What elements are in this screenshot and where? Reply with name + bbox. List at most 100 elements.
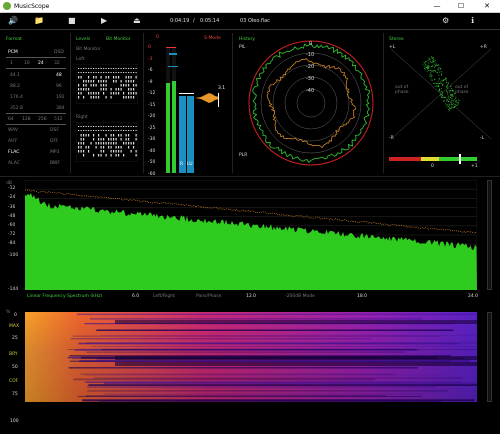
bit-cell	[78, 146, 80, 149]
bit-cell	[95, 142, 97, 145]
spectrogram-band	[82, 399, 475, 402]
bit-cell	[110, 68, 112, 69]
bit-cell	[128, 84, 130, 87]
maximize-button[interactable]: ☐	[452, 0, 470, 13]
format-panel: Format PCM DSD 1 16 24 32 44.1 48 88.2 9…	[6, 33, 68, 173]
corr-positive	[439, 157, 477, 161]
scope-point	[447, 82, 449, 83]
bit-cell	[88, 92, 90, 95]
scope-point	[427, 60, 429, 62]
scope-point	[451, 100, 452, 101]
left-bit-grid	[76, 64, 138, 104]
scope-point	[432, 60, 434, 62]
bit-cell	[78, 126, 80, 127]
loudness-histogram	[195, 93, 219, 103]
bit-cell	[98, 134, 100, 137]
minimize-button[interactable]: —	[428, 0, 446, 13]
bit-cell	[135, 130, 137, 131]
bit-cell	[120, 134, 122, 137]
bit-cell	[133, 72, 135, 73]
bit-cell	[85, 68, 87, 69]
scope-point	[453, 107, 455, 108]
scope-point	[437, 80, 439, 82]
scope-point	[455, 96, 457, 98]
scope-point	[437, 68, 438, 70]
folder-icon[interactable]: 📁	[34, 15, 44, 27]
bit-cell	[118, 88, 120, 91]
bit-cell	[83, 96, 85, 99]
scope-point	[440, 71, 442, 72]
bit-cell	[93, 134, 95, 137]
eject-icon[interactable]: ⏏	[133, 15, 141, 27]
bit-cell	[88, 72, 90, 73]
bit-cell	[93, 130, 95, 131]
close-button[interactable]: ✕	[478, 0, 496, 13]
stop-icon[interactable]: ■	[68, 15, 76, 27]
pans-phase-label[interactable]: Pans/Phase	[196, 294, 221, 299]
settings-icon[interactable]: ⚙	[442, 15, 449, 27]
bit-cell	[100, 142, 102, 145]
bit-cell	[120, 68, 122, 69]
scope-point	[446, 82, 447, 83]
bit-cell	[103, 68, 105, 69]
bit-cell	[95, 72, 97, 73]
corr-indicator[interactable]	[459, 154, 461, 164]
spectrum-y-tick: -12	[8, 186, 16, 192]
scope-point	[441, 97, 442, 98]
bit-cell	[88, 80, 90, 83]
info-icon[interactable]: ℹ	[471, 15, 474, 27]
bit-cell	[80, 92, 82, 95]
scope-point	[428, 70, 429, 72]
scope-point	[450, 94, 452, 96]
rate-88: 88.2	[10, 84, 21, 89]
bit-cell	[110, 138, 112, 141]
scope-point	[441, 95, 443, 96]
bit-cell	[85, 126, 87, 127]
scope-point	[441, 88, 443, 89]
bit-cell	[80, 68, 82, 69]
bit-cell	[105, 96, 107, 99]
left-right-label[interactable]: Left/Right	[153, 294, 175, 299]
bit-cell	[130, 150, 132, 153]
play-icon[interactable]: ▶	[101, 15, 107, 27]
right-channel-label: Right	[76, 115, 88, 120]
bit-cell	[78, 72, 80, 73]
scope-point	[443, 97, 445, 99]
bit-cell	[93, 126, 95, 127]
scope-point	[431, 57, 433, 59]
bit-cell	[95, 68, 97, 69]
meter-scale-tick: -40	[148, 148, 156, 154]
bit-cell	[115, 68, 117, 69]
bit-cell	[78, 142, 80, 145]
bit-cell	[120, 138, 122, 141]
scope-point	[440, 81, 442, 83]
db-mode-label[interactable]: -200dB Mode	[285, 294, 315, 299]
bit-cell	[135, 84, 137, 87]
spectrogram-scrollbar[interactable]	[487, 312, 492, 402]
bit-cell	[120, 150, 122, 153]
bit-cell	[105, 80, 107, 83]
bit-cell	[78, 84, 80, 87]
codec-mp3: MP3	[50, 150, 60, 155]
bit-cell	[133, 68, 135, 69]
scope-point	[430, 74, 432, 76]
spectrogram-band	[84, 374, 442, 376]
bit-cell	[123, 142, 125, 145]
bit-cell	[128, 126, 130, 127]
bit-cell	[108, 142, 110, 145]
spectrum-mode-label[interactable]: Linear Frequency Spectrum (kHz)	[27, 294, 102, 299]
scope-point	[446, 85, 448, 86]
volume-icon[interactable]: 🔊	[8, 15, 18, 27]
bit-cell	[118, 76, 120, 79]
bit-cell	[90, 130, 92, 131]
rate-384: 384	[56, 106, 65, 111]
scope-point	[431, 56, 432, 58]
bit-cell	[128, 88, 130, 91]
bit-cell	[110, 92, 112, 95]
spectrum-scrollbar[interactable]	[487, 180, 492, 290]
bit-cell	[83, 126, 85, 127]
spectrogram-band	[87, 386, 437, 389]
bit-16: 16	[24, 61, 30, 66]
scope-point	[430, 72, 432, 74]
bit-cell	[115, 126, 117, 127]
